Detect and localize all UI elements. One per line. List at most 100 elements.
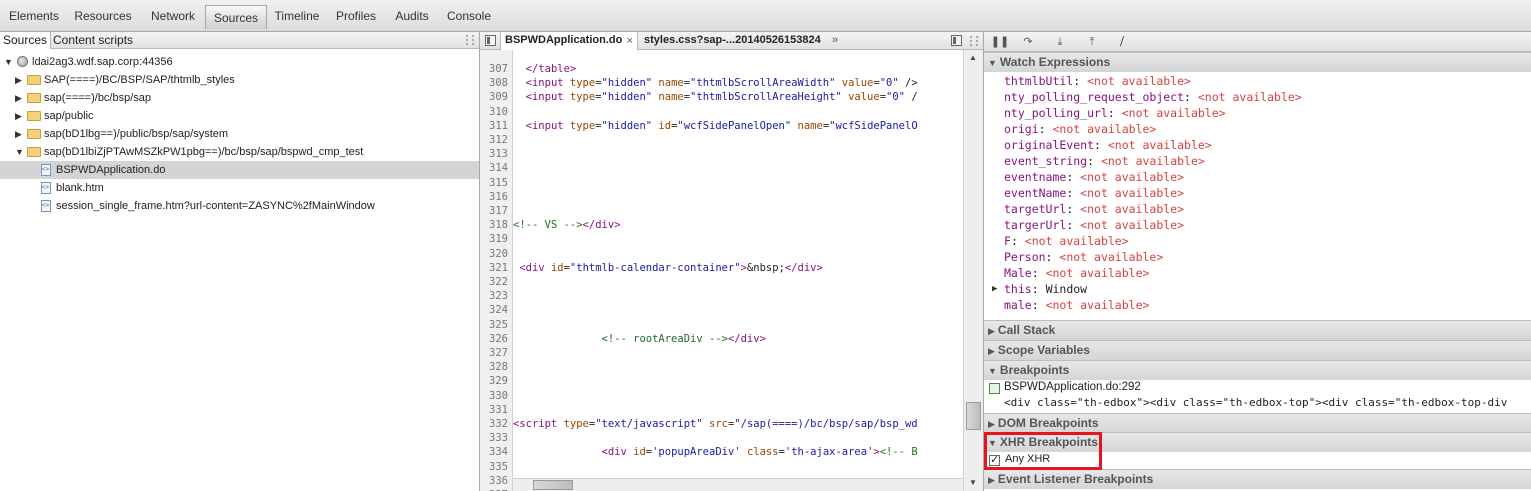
breakpoint-checkbox[interactable] bbox=[989, 383, 1000, 394]
step-into-icon[interactable]: ⤓ bbox=[1048, 34, 1072, 50]
pause-icon[interactable]: ❚❚ bbox=[988, 34, 1012, 50]
pane-scope-variables[interactable]: ▶ Scope Variables bbox=[984, 340, 1531, 360]
watch-expression[interactable]: thtmlbUtil: <not available> bbox=[1004, 73, 1191, 89]
more-tabs-icon[interactable]: » bbox=[832, 32, 838, 50]
watch-expression[interactable]: male: <not available> bbox=[1004, 297, 1149, 313]
tab-sources[interactable]: Sources bbox=[205, 5, 267, 29]
scroll-down-icon[interactable]: ▼ bbox=[969, 478, 977, 487]
triangle-right-icon[interactable]: ▶ bbox=[15, 71, 22, 89]
watch-expression[interactable]: event_string: <not available> bbox=[1004, 153, 1205, 169]
watch-expression[interactable]: eventName: <not available> bbox=[1004, 185, 1184, 201]
code-line: <script type="text/javascript" src="/sap… bbox=[513, 418, 918, 430]
step-over-icon[interactable]: ↷ bbox=[1016, 34, 1040, 50]
line-number[interactable]: 315 bbox=[489, 176, 508, 190]
code-area[interactable]: </table> <input type="hidden" name="thtm… bbox=[513, 50, 963, 478]
line-number[interactable]: 316 bbox=[489, 190, 508, 204]
line-number[interactable]: 328 bbox=[489, 360, 508, 374]
watch-expression[interactable]: eventname: <not available> bbox=[1004, 169, 1184, 185]
line-number[interactable]: 318 bbox=[489, 218, 508, 232]
line-number[interactable]: 323 bbox=[489, 289, 508, 303]
line-number[interactable]: 322 bbox=[489, 275, 508, 289]
toggle-navigator-icon[interactable] bbox=[485, 35, 496, 46]
tree-item-folder-expanded[interactable]: ▼ sap(bD1lbiZjPTAwMSZkPW1pbg==)/bc/bsp/s… bbox=[0, 143, 479, 161]
line-number[interactable]: 321 bbox=[489, 261, 508, 275]
line-number[interactable]: 320 bbox=[489, 247, 508, 261]
line-number[interactable]: 307 bbox=[489, 62, 508, 76]
watch-expression[interactable]: F: <not available> bbox=[1004, 233, 1129, 249]
tree-item-folder[interactable]: ▶ SAP(====)/BC/BSP/SAP/thtmlb_styles bbox=[0, 71, 479, 89]
line-number[interactable]: 336 bbox=[489, 474, 508, 488]
tree-item-folder[interactable]: ▶ sap(bD1lbg==)/public/bsp/sap/system bbox=[0, 125, 479, 143]
watch-expression[interactable]: Male: <not available> bbox=[1004, 265, 1149, 281]
watch-expression[interactable]: nty_polling_url: <not available> bbox=[1004, 105, 1226, 121]
watch-expression[interactable]: origi: <not available> bbox=[1004, 121, 1156, 137]
pane-watch-expressions[interactable]: ▼ Watch Expressions bbox=[984, 52, 1531, 72]
tab-console[interactable]: Console bbox=[444, 4, 494, 28]
tab-content-scripts[interactable]: Content scripts bbox=[50, 32, 136, 49]
line-number[interactable]: 325 bbox=[489, 318, 508, 332]
line-number[interactable]: 312 bbox=[489, 133, 508, 147]
line-number[interactable]: 314 bbox=[489, 161, 508, 175]
tab-timeline[interactable]: Timeline bbox=[271, 4, 323, 28]
watch-expression[interactable]: nty_polling_request_object: <not availab… bbox=[1004, 89, 1302, 105]
tree-item-file[interactable]: session_single_frame.htm?url-content=ZAS… bbox=[0, 197, 479, 215]
close-tab-icon[interactable]: × bbox=[627, 33, 633, 50]
tab-styles-css[interactable]: styles.css?sap-...20140526153824 bbox=[644, 32, 821, 50]
horizontal-scrollbar[interactable] bbox=[513, 478, 963, 491]
tab-navigator-sources[interactable]: Sources bbox=[0, 32, 52, 49]
scrollbar-thumb[interactable] bbox=[966, 402, 981, 430]
line-number[interactable]: 310 bbox=[489, 105, 508, 119]
tab-elements[interactable]: Elements bbox=[6, 4, 62, 28]
line-number[interactable]: 319 bbox=[489, 232, 508, 246]
line-number[interactable]: 332 bbox=[489, 417, 508, 431]
tree-item-host[interactable]: ▼ ldai2ag3.wdf.sap.corp:44356 bbox=[0, 53, 479, 71]
triangle-down-icon[interactable]: ▼ bbox=[4, 53, 13, 71]
line-number[interactable]: 335 bbox=[489, 460, 508, 474]
line-number[interactable]: 311 bbox=[489, 119, 508, 133]
watch-expression[interactable]: Person: <not available> bbox=[1004, 249, 1163, 265]
tab-audits[interactable]: Audits bbox=[390, 4, 434, 28]
tree-item-folder[interactable]: ▶ sap(====)/bc/bsp/sap bbox=[0, 89, 479, 107]
line-number[interactable]: 309 bbox=[489, 90, 508, 104]
line-number[interactable]: 334 bbox=[489, 445, 508, 459]
line-number[interactable]: 329 bbox=[489, 374, 508, 388]
triangle-right-icon[interactable]: ▶ bbox=[15, 89, 22, 107]
tree-item-folder[interactable]: ▶ sap/public bbox=[0, 107, 479, 125]
tree-item-file-selected[interactable]: BSPWDApplication.do bbox=[0, 161, 479, 179]
line-number[interactable]: 313 bbox=[489, 147, 508, 161]
triangle-right-icon[interactable]: ▶ bbox=[15, 125, 22, 143]
pane-call-stack[interactable]: ▶ Call Stack bbox=[984, 320, 1531, 340]
watch-expression[interactable]: targerUrl: <not available> bbox=[1004, 217, 1184, 233]
deactivate-breakpoints-icon[interactable]: ⧸ bbox=[1110, 34, 1134, 50]
step-out-icon[interactable]: ⤒ bbox=[1080, 34, 1104, 50]
tab-network[interactable]: Network bbox=[145, 4, 201, 28]
watch-expression[interactable]: ▶ this: Window bbox=[992, 281, 1087, 297]
triangle-down-icon[interactable]: ▼ bbox=[15, 143, 24, 161]
line-number[interactable]: 324 bbox=[489, 303, 508, 317]
vertical-scrollbar[interactable]: ▲ ▼ bbox=[963, 50, 983, 491]
tab-profiles[interactable]: Profiles bbox=[333, 4, 379, 28]
line-number[interactable]: 330 bbox=[489, 389, 508, 403]
pane-dom-breakpoints[interactable]: ▶ DOM Breakpoints bbox=[984, 413, 1531, 433]
splitter-grip-icon[interactable] bbox=[466, 35, 474, 45]
breakpoint-location[interactable]: BSPWDApplication.do:292 bbox=[1004, 381, 1141, 393]
tree-item-file[interactable]: blank.htm bbox=[0, 179, 479, 197]
scrollbar-thumb[interactable] bbox=[533, 480, 573, 490]
watch-expression[interactable]: originalEvent: <not available> bbox=[1004, 137, 1212, 153]
watch-expression[interactable]: targetUrl: <not available> bbox=[1004, 201, 1184, 217]
tab-bspwdapplication[interactable]: BSPWDApplication.do × bbox=[500, 32, 638, 50]
scroll-up-icon[interactable]: ▲ bbox=[969, 53, 977, 62]
line-number[interactable]: 326 bbox=[489, 332, 508, 346]
triangle-right-icon[interactable]: ▶ bbox=[15, 107, 22, 125]
line-number[interactable]: 331 bbox=[489, 403, 508, 417]
pane-event-listener-breakpoints[interactable]: ▶ Event Listener Breakpoints bbox=[984, 469, 1531, 489]
toggle-debugger-icon[interactable] bbox=[951, 35, 962, 46]
tab-resources[interactable]: Resources bbox=[70, 4, 136, 28]
line-number[interactable]: 327 bbox=[489, 346, 508, 360]
triangle-right-icon[interactable]: ▶ bbox=[992, 281, 997, 297]
splitter-grip-icon[interactable] bbox=[970, 36, 978, 46]
line-number[interactable]: 333 bbox=[489, 431, 508, 445]
pane-breakpoints[interactable]: ▼ Breakpoints bbox=[984, 360, 1531, 380]
line-number[interactable]: 317 bbox=[489, 204, 508, 218]
line-number[interactable]: 308 bbox=[489, 76, 508, 90]
